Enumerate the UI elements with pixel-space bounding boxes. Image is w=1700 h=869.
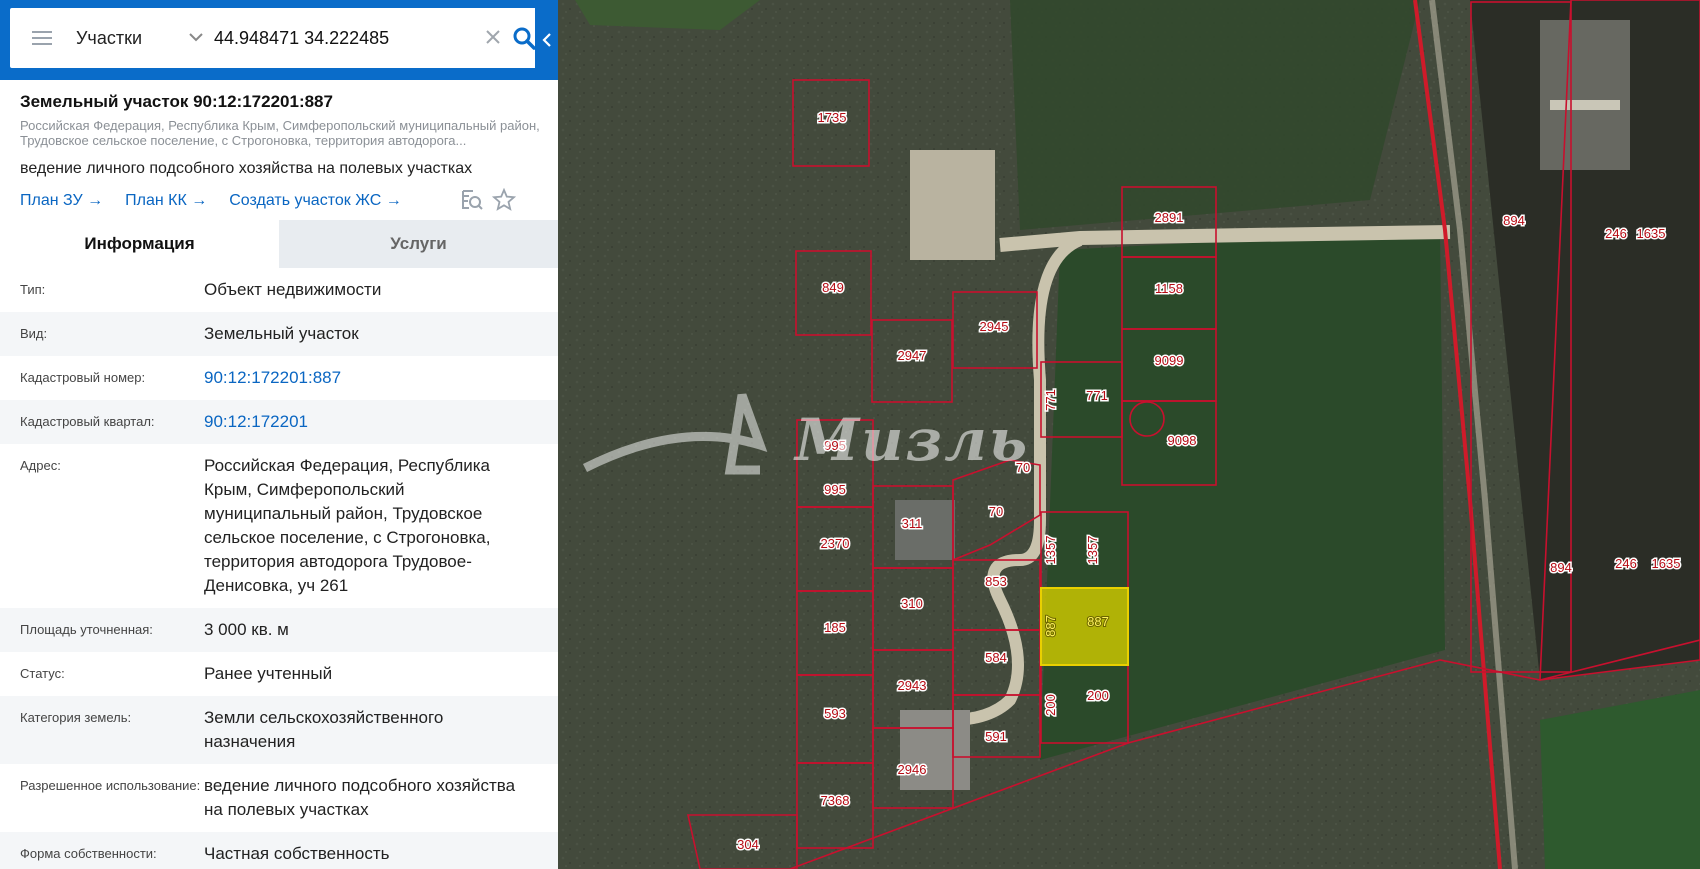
info-key: Форма собственности:	[20, 846, 157, 861]
info-panel: Участки Земельный участок 90:12:172201:8…	[0, 0, 558, 869]
hamburger-menu-icon[interactable]	[30, 27, 54, 49]
plot-label[interactable]: 2945	[978, 318, 1010, 336]
plot-label[interactable]: 593	[823, 705, 848, 723]
star-icon[interactable]	[492, 188, 516, 212]
info-key: Кадастровый квартал:	[20, 414, 155, 429]
info-key: Адрес:	[20, 458, 61, 473]
plot-label[interactable]: 310	[900, 595, 925, 613]
plot-label[interactable]: 200	[1042, 693, 1060, 718]
close-icon[interactable]	[484, 28, 502, 46]
info-key: Разрешенное использование:	[20, 778, 201, 793]
info-value: Объект недвижимости	[204, 280, 382, 299]
parcel-address-short: Российская Федерация, Республика Крым, С…	[20, 118, 540, 148]
info-row-kind: Вид: Земельный участок	[0, 312, 558, 356]
plot-label[interactable]: 9099	[1153, 352, 1185, 370]
create-plot-link[interactable]: Создать участок ЖС →	[229, 192, 402, 210]
plot-label[interactable]: 1158	[1154, 280, 1185, 298]
plot-label[interactable]: 311	[900, 515, 924, 533]
plot-label[interactable]: 995	[823, 481, 848, 499]
plot-label[interactable]: 304	[736, 836, 761, 854]
page-title: Земельный участок 90:12:172201:887	[20, 92, 333, 111]
info-value: Частная собственность	[204, 844, 390, 863]
info-table: Тип: Объект недвижимости Вид: Земельный …	[0, 268, 558, 869]
search-type-label: Участки	[76, 27, 142, 48]
info-key: Категория земель:	[20, 710, 132, 725]
info-row-cadastral-quarter: Кадастровый квартал: 90:12:172201	[0, 400, 558, 444]
plot-label[interactable]: 771	[1042, 388, 1060, 413]
plot-label[interactable]: 584	[984, 649, 1009, 667]
plot-label[interactable]: 246	[1604, 225, 1629, 243]
plot-label[interactable]: 849	[821, 279, 846, 297]
plot-label[interactable]: 1635	[1635, 225, 1667, 243]
tab-bar: Информация Услуги	[0, 220, 558, 268]
info-row-land-category: Категория земель: Земли сельскохозяйстве…	[0, 696, 558, 764]
plot-label[interactable]: 70	[987, 503, 1004, 521]
info-row-address: Адрес: Российская Федерация, Республика …	[0, 444, 558, 608]
info-row-status: Статус: Ранее учтенный	[0, 652, 558, 696]
chevron-left-icon	[541, 33, 551, 47]
info-key: Тип:	[20, 282, 46, 297]
plot-label[interactable]: 1357	[1042, 534, 1060, 566]
parcel-header: Земельный участок 90:12:172201:887 Росси…	[0, 80, 558, 220]
tab-info[interactable]: Информация	[0, 220, 279, 268]
plot-label[interactable]: 1635	[1650, 555, 1682, 573]
plot-label[interactable]: 894	[1502, 212, 1527, 230]
search-icon[interactable]	[512, 26, 536, 50]
plan-zu-link[interactable]: План ЗУ →	[20, 192, 103, 210]
info-row-permitted-use: Разрешенное использование: ведение лично…	[0, 764, 558, 832]
info-value: Российская Федерация, Республика Крым, С…	[204, 456, 491, 595]
plot-label[interactable]: 887	[1086, 613, 1110, 630]
info-value: Земельный участок	[204, 324, 359, 343]
search-bar: Участки	[0, 0, 558, 80]
search-box: Участки	[10, 8, 546, 68]
plot-label[interactable]: 1735	[816, 109, 848, 127]
collapse-panel-button[interactable]	[535, 0, 558, 80]
plan-kk-link[interactable]: План КК →	[125, 192, 207, 210]
plot-label[interactable]: 2891	[1153, 209, 1185, 227]
info-row-type: Тип: Объект недвижимости	[0, 268, 558, 312]
parcel-purpose: ведение личного подсобного хозяйства на …	[20, 160, 473, 177]
search-type-select[interactable]: Участки	[76, 8, 208, 68]
info-row-ownership: Форма собственности: Частная собственнос…	[0, 832, 558, 869]
info-key: Кадастровый номер:	[20, 370, 146, 385]
plot-label[interactable]: 887	[1042, 614, 1059, 638]
cadastral-quarter-link[interactable]: 90:12:172201	[204, 410, 534, 434]
plot-label[interactable]: 9098	[1166, 432, 1198, 450]
plot-label[interactable]: 2370	[819, 535, 851, 553]
search-document-icon[interactable]	[460, 188, 484, 212]
info-value: Земли сельскохозяйственного назначения	[204, 708, 444, 751]
watermark-text: Мизль	[793, 406, 1029, 474]
plot-label[interactable]: 894	[1549, 559, 1574, 577]
plot-label[interactable]: 185	[823, 619, 848, 637]
info-key: Статус:	[20, 666, 65, 681]
plot-label[interactable]: 2943	[896, 677, 928, 695]
plot-label[interactable]: 2946	[896, 761, 928, 779]
plot-label[interactable]: 246	[1614, 555, 1639, 573]
parcel-links: План ЗУ → План КК → Создать участок ЖС →	[20, 192, 402, 210]
plot-label[interactable]: 771	[1085, 387, 1110, 405]
info-row-cadastral-number: Кадастровый номер: 90:12:172201:887	[0, 356, 558, 400]
info-value: 3 000 кв. м	[204, 620, 289, 639]
chevron-down-icon	[189, 33, 203, 42]
tab-services[interactable]: Услуги	[279, 220, 558, 268]
plot-label[interactable]: 2947	[896, 347, 928, 365]
plot-label[interactable]: 1357	[1084, 534, 1102, 566]
plot-label[interactable]: 591	[984, 728, 1009, 746]
info-row-area: Площадь уточненная: 3 000 кв. м	[0, 608, 558, 652]
info-value: ведение личного подсобного хозяйства на …	[204, 776, 516, 819]
info-key: Площадь уточненная:	[20, 622, 153, 637]
plot-label[interactable]: 853	[984, 573, 1009, 591]
plot-label[interactable]: 7368	[819, 792, 851, 810]
info-value: Ранее учтенный	[204, 664, 333, 683]
plot-label[interactable]: 200	[1086, 687, 1111, 705]
cadastral-number-link[interactable]: 90:12:172201:887	[204, 366, 534, 390]
info-key: Вид:	[20, 326, 48, 341]
search-input[interactable]	[206, 8, 492, 68]
